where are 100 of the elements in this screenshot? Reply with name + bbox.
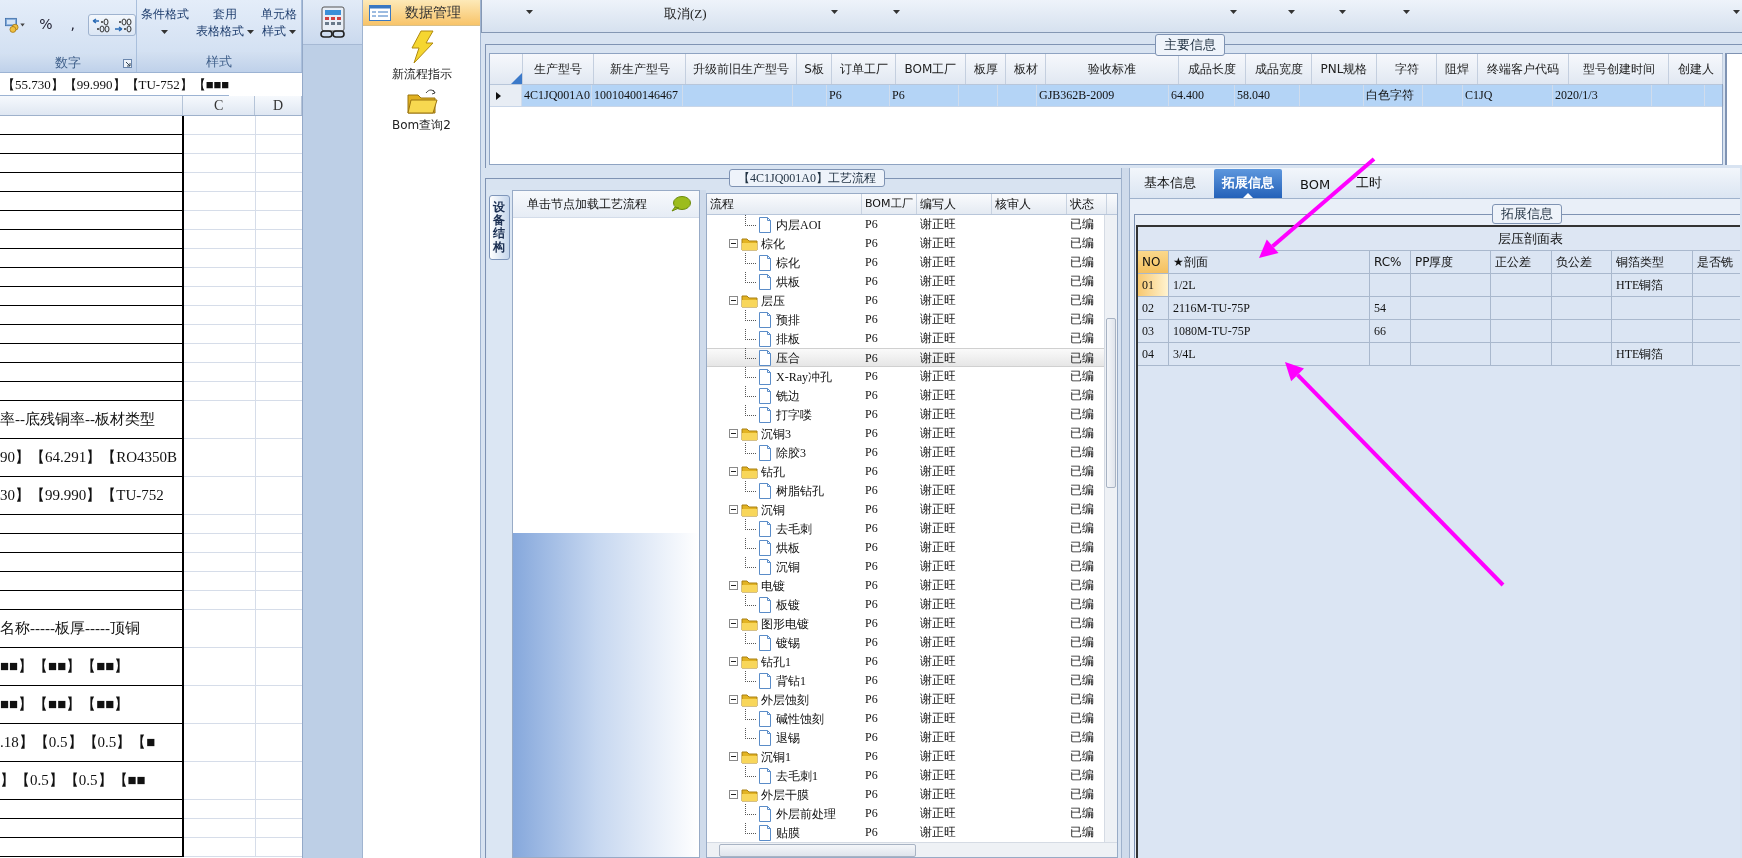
column-header[interactable]: 板厚 (966, 54, 1006, 84)
spreadsheet-cell[interactable]: ■■】【■■】【■■】 (0, 648, 184, 686)
tree-row[interactable]: 烘板 P6 谢正旺 已编 (707, 272, 1105, 291)
table-cell-text: P6 (864, 254, 879, 271)
column-header[interactable]: 板材 (1006, 54, 1046, 84)
tree-row[interactable]: 沉铜 P6 谢正旺 已编 (707, 557, 1105, 576)
column-header[interactable]: 是否铣 (1693, 251, 1740, 273)
spreadsheet-cell[interactable]: .18】【0.5】【0.5】【■ (0, 724, 184, 762)
column-header[interactable]: 新生产型号 (594, 54, 686, 84)
table-row[interactable]: 04 3/4L HTE铜箔 (1138, 343, 1740, 366)
column-header[interactable]: RC% (1370, 251, 1411, 273)
column-header[interactable]: 状态 (1067, 194, 1107, 214)
tree-row[interactable]: 压合 P6 谢正旺 已编 (707, 348, 1105, 367)
tree-row[interactable]: 电镀 P6 谢正旺 已编 (707, 576, 1105, 595)
spreadsheet-cell[interactable]: ■■】【■■】【■■】 (0, 686, 184, 724)
side-tab[interactable]: 设备结构 (489, 195, 510, 260)
ribbon-button[interactable]: 套用 表格格式 (194, 6, 256, 52)
table-row[interactable]: 03 1080M-TU-75P 66 (1138, 320, 1740, 343)
column-header[interactable]: BOM工厂 (896, 54, 966, 84)
column-header[interactable]: 型号创建时间 (1569, 54, 1669, 84)
column-header[interactable]: 负公差 (1552, 251, 1612, 273)
toolbar-button[interactable]: 取消(Z) (664, 5, 707, 23)
comma-button[interactable]: , (65, 14, 80, 34)
column-header[interactable]: 流程 (707, 194, 862, 214)
tree-row[interactable]: 钻孔1 P6 谢正旺 已编 (707, 652, 1105, 671)
tree-row[interactable]: 沉铜1 P6 谢正旺 已编 (707, 747, 1105, 766)
tree-row[interactable]: 碱性蚀刻 P6 谢正旺 已编 (707, 709, 1105, 728)
nav-item[interactable]: 新流程指示 (391, 30, 452, 83)
column-header[interactable]: 生产型号 (523, 54, 594, 84)
tree-row[interactable]: 树脂钻孔 P6 谢正旺 已编 (707, 481, 1105, 500)
column-header[interactable]: S板 (797, 54, 832, 84)
nav-item[interactable]: Bom查询2 (392, 87, 451, 134)
tree-row[interactable]: 除胶3 P6 谢正旺 已编 (707, 443, 1105, 462)
tab[interactable]: 工时 (1348, 169, 1391, 198)
table-cell-text: 谢正旺 (919, 482, 957, 499)
tree-node-label: 内层AOI (776, 216, 822, 234)
column-header[interactable]: 编写人 (917, 194, 992, 214)
ribbon-button[interactable]: 单元格 样式 (259, 6, 300, 52)
column-header[interactable]: 终端客户代码 (1478, 54, 1569, 84)
table-row[interactable]: 02 2116M-TU-75P 54 (1138, 297, 1740, 320)
tree-row[interactable]: 沉铜 P6 谢正旺 已编 (707, 500, 1105, 519)
spreadsheet-cell[interactable]: 名称-----板厚-----顶铜 (0, 610, 184, 648)
column-header[interactable]: 阻焊 (1437, 54, 1478, 84)
table-cell-text: 谢正旺 (919, 501, 957, 518)
tree-row[interactable]: 棕化 P6 谢正旺 已编 (707, 234, 1105, 253)
column-header[interactable]: PP厚度 (1411, 251, 1491, 273)
column-header[interactable]: NO (1138, 251, 1169, 273)
spreadsheet-cell[interactable]: 90】【64.291】【RO4350B (0, 439, 184, 477)
tree-node-label: X-Ray冲孔 (776, 368, 832, 386)
tree-row[interactable]: 沉铜3 P6 谢正旺 已编 (707, 424, 1105, 443)
table-cell: 58.040 (1235, 85, 1300, 106)
column-header[interactable]: 正公差 (1491, 251, 1552, 273)
percent-button[interactable]: % (34, 14, 58, 34)
tree-row[interactable]: 内层AOI P6 谢正旺 已编 (707, 215, 1105, 234)
tree-row[interactable]: 去毛刺1 P6 谢正旺 已编 (707, 766, 1105, 785)
tree-row[interactable]: 铣边 P6 谢正旺 已编 (707, 386, 1105, 405)
tree-row[interactable]: 层压 P6 谢正旺 已编 (707, 291, 1105, 310)
table-cell-text: 谢正旺 (919, 350, 957, 366)
tab[interactable]: 基本信息 (1136, 169, 1204, 198)
table-cell-text: P6 (864, 216, 879, 233)
column-header[interactable]: 核审人 (992, 194, 1067, 214)
column-header[interactable]: 成品宽度 (1246, 54, 1312, 84)
column-header[interactable]: BOM工厂 (862, 194, 917, 214)
tab[interactable]: 拓展信息 (1214, 169, 1282, 198)
tree-row[interactable]: X-Ray冲孔 P6 谢正旺 已编 (707, 367, 1105, 386)
table-cell-text: 谢正旺 (919, 406, 957, 423)
column-header[interactable]: 升级前旧生产型号 (686, 54, 797, 84)
tree-row[interactable]: 贴膜 P6 谢正旺 已编 (707, 823, 1105, 842)
tree-row[interactable]: 钻孔 P6 谢正旺 已编 (707, 462, 1105, 481)
table-row[interactable]: 4C1JQ001A0 10010400146467 P6 P6 GJB362B-2009 64.400 58.040 白色字符 C1JQ 2020/1/3 (490, 85, 1722, 107)
spreadsheet-cell[interactable]: 】【0.5】【0.5】【■■ (0, 762, 184, 800)
tree-row[interactable]: 打字喽 P6 谢正旺 已编 (707, 405, 1105, 424)
tree-row[interactable]: 外层干膜 P6 谢正旺 已编 (707, 785, 1105, 804)
tree-row[interactable]: 镀锡 P6 谢正旺 已编 (707, 633, 1105, 652)
ribbon-button[interactable]: 条件格式 (138, 6, 191, 52)
column-header[interactable]: C (183, 96, 256, 115)
tree-row[interactable]: 棕化 P6 谢正旺 已编 (707, 253, 1105, 272)
column-header[interactable]: 铜箔类型 (1612, 251, 1693, 273)
column-header[interactable]: 订单工厂 (832, 54, 896, 84)
spreadsheet-cell[interactable]: 30】【99.990】【TU-752 (0, 477, 184, 515)
spreadsheet-cell[interactable]: 率--底残铜率--板材类型 (0, 401, 184, 439)
nav-header[interactable]: 数据管理 (363, 0, 480, 26)
tree-node-label: 碱性蚀刻 (776, 710, 824, 728)
tree-row[interactable]: 图形电镀 P6 谢正旺 已编 (707, 614, 1105, 633)
column-header[interactable]: 字符 (1377, 54, 1437, 84)
tree-row[interactable]: 背钻1 P6 谢正旺 已编 (707, 671, 1105, 690)
table-cell-text: 谢正旺 (919, 748, 957, 765)
tree-node-label: 打字喽 (776, 406, 812, 424)
tree-row[interactable]: 去毛刺 P6 谢正旺 已编 (707, 519, 1105, 538)
tree-row[interactable]: 板镀 P6 谢正旺 已编 (707, 595, 1105, 614)
tree-row[interactable]: 排板 P6 谢正旺 已编 (707, 329, 1105, 348)
table-row[interactable]: 01 1/2L HTE铜箔 (1138, 274, 1740, 297)
tree-row[interactable]: 外层蚀刻 P6 谢正旺 已编 (707, 690, 1105, 709)
column-header[interactable]: 创建人 (1669, 54, 1723, 84)
tree-row[interactable]: 退锡 P6 谢正旺 已编 (707, 728, 1105, 747)
tree-row[interactable]: 外层前处理 P6 谢正旺 已编 (707, 804, 1105, 823)
tree-row[interactable]: 烘板 P6 谢正旺 已编 (707, 538, 1105, 557)
tab[interactable]: BOM (1292, 172, 1339, 198)
tree-row[interactable]: 预排 P6 谢正旺 已编 (707, 310, 1105, 329)
column-header[interactable]: PNL规格 (1312, 54, 1377, 84)
